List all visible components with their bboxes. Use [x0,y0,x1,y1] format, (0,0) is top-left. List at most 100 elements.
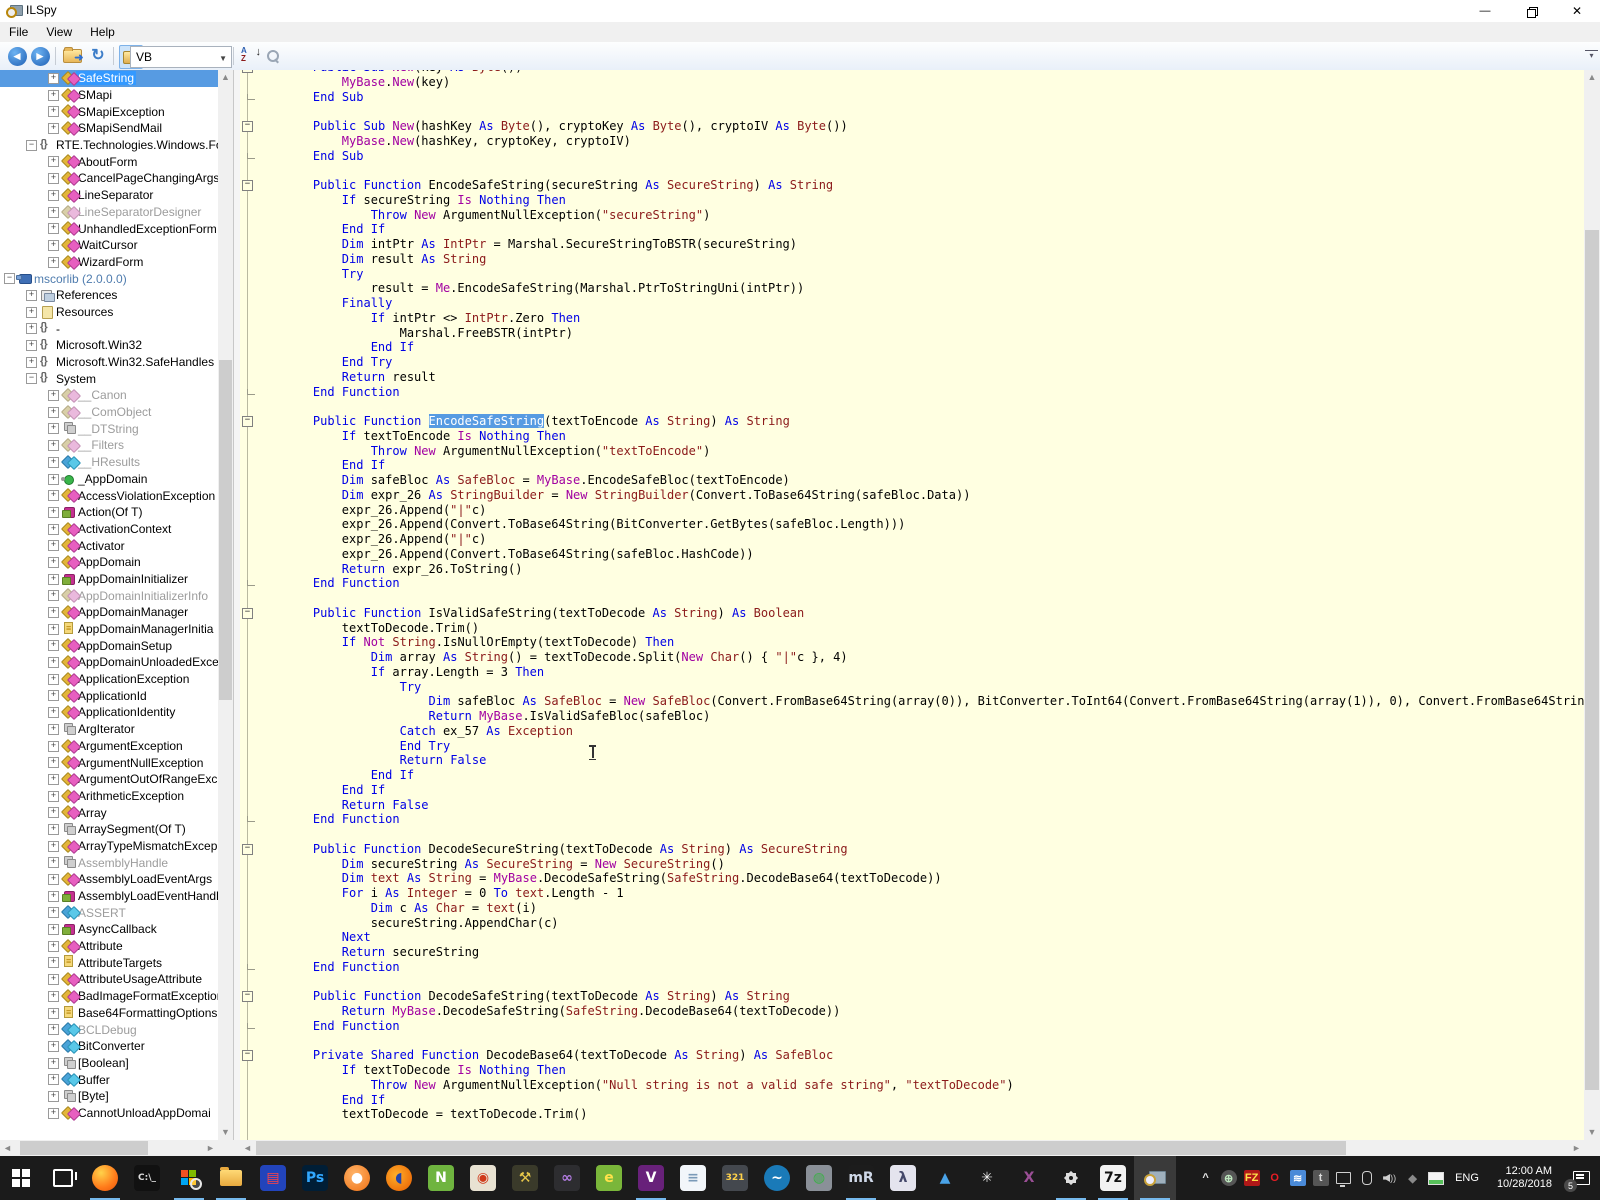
minimize-button[interactable]: — [1462,0,1508,22]
tree-expander[interactable]: + [48,473,59,485]
tree-expander[interactable]: + [48,707,59,719]
code-line[interactable]: End If [284,340,1584,355]
code-line[interactable] [284,975,1584,990]
scroll-right-arrow[interactable]: ► [203,1140,218,1156]
tray-coins-button[interactable]: ≋ [1286,1156,1309,1200]
code-line[interactable]: Finally [284,296,1584,311]
tree-item[interactable]: + AttributeUsageAttribute [0,971,218,988]
code-line[interactable]: Try [284,267,1584,282]
tree-item[interactable]: + CancelPageChangingArgs [0,170,218,187]
tree-item[interactable]: + ArraySegment(Of T) [0,821,218,838]
code-line[interactable]: Dim secureString As SecureString = New S… [284,857,1584,872]
code-line[interactable]: End If [284,1093,1584,1108]
scroll-left-arrow[interactable]: ◄ [0,1140,15,1156]
tree-expander[interactable]: + [48,123,59,135]
tree-item[interactable]: + ArgumentException [0,738,218,755]
tree-expander[interactable]: + [48,940,59,952]
code-scrollbar-thumb[interactable] [1585,230,1599,1090]
refresh-button[interactable]: ↻ [87,45,109,67]
taskbar-start-button[interactable] [0,1156,42,1200]
tree-expander[interactable]: + [48,573,59,585]
taskbar-media-player-classic-button[interactable]: 321 [714,1156,756,1200]
code-line[interactable]: Dim intPtr As IntPtr = Marshal.SecureStr… [284,237,1584,252]
language-indicator[interactable]: ENG [1447,1172,1487,1184]
scroll-down-arrow[interactable]: ▼ [1584,1125,1600,1140]
tray-volume-button[interactable]: )) [1378,1156,1401,1200]
taskbar-file-explorer-button[interactable] [210,1156,252,1200]
tree-item[interactable]: + AppDomainUnloadedExce [0,654,218,671]
tree-item[interactable]: − mscorlib (2.0.0.0) [0,270,218,287]
action-center-button[interactable]: 5 [1562,1156,1600,1200]
code-line[interactable] [284,1034,1584,1049]
tray-chevron-up-button[interactable]: ^ [1194,1156,1217,1200]
code-line[interactable]: Public Sub New(hashKey As Byte(), crypto… [242,119,1584,134]
tree-item[interactable]: + [Boolean] [0,1055,218,1072]
tree-expander[interactable]: + [48,506,59,518]
tree-expander[interactable]: + [48,106,59,118]
code-line[interactable]: End If [284,458,1584,473]
code-line[interactable]: Dim result As String [284,252,1584,267]
fold-collapse-marker[interactable]: − [242,180,253,191]
tree-item[interactable]: + __ComObject [0,404,218,421]
code-line[interactable]: Throw New ArgumentNullException("secureS… [284,208,1584,223]
taskbar-settings-gear-button[interactable] [1050,1156,1092,1200]
tree-expander[interactable]: + [48,823,59,835]
menu-file[interactable]: File [0,22,37,42]
tray-filezilla-button[interactable]: FZ [1240,1156,1263,1200]
tree-item[interactable]: + WizardForm [0,254,218,271]
tree-item[interactable]: + AppDomainManager [0,604,218,621]
tree-item[interactable]: + ArrayTypeMismatchExcep [0,838,218,855]
tree-expander[interactable]: − [26,373,37,385]
tree-hscrollbar-thumb[interactable] [20,1141,148,1155]
tree-expander[interactable]: + [48,990,59,1002]
taskbar-task-view-button[interactable] [42,1156,84,1200]
tree-item[interactable]: + AppDomainInitializerInfo [0,587,218,604]
taskbar-vs-code-purple-button[interactable]: X [1008,1156,1050,1200]
code-line[interactable]: Return expr_26.ToString() [284,562,1584,577]
tree-item[interactable]: + __HResults [0,454,218,471]
tree-item[interactable]: + _AppDomain [0,471,218,488]
tray-opera-button[interactable]: O [1263,1156,1286,1200]
code-line[interactable]: If textToEncode Is Nothing Then [284,429,1584,444]
code-hscrollbar-thumb[interactable] [256,1141,1346,1155]
tree-expander[interactable]: + [48,423,59,435]
code-line[interactable] [284,104,1584,119]
taskbar-search-flag-button[interactable] [168,1156,210,1200]
tree-item[interactable]: − RTE.Technologies.Windows.Fo [0,137,218,154]
code-line[interactable]: expr_26.Append(Convert.ToBase64String(sa… [284,547,1584,562]
code-line[interactable]: End Try [284,355,1584,370]
tree-item[interactable]: + Action(Of T) [0,504,218,521]
code-line[interactable]: If secureString Is Nothing Then [284,193,1584,208]
taskbar-visual-studio-button[interactable]: V [630,1156,672,1200]
code-line[interactable]: secureString.AppendChar(c) [284,916,1584,931]
tree-expander[interactable]: + [48,456,59,468]
tree-expander[interactable]: + [26,340,37,351]
taskbar-backup-tool-button[interactable]: ▤ [252,1156,294,1200]
tree-expander[interactable]: + [48,206,59,218]
tree-expander[interactable]: + [48,757,59,769]
code-line[interactable]: End Function [247,960,1584,975]
tree-item[interactable]: + ArithmeticException [0,788,218,805]
tree-expander[interactable]: + [48,723,59,735]
code-line[interactable]: End Sub [247,90,1584,105]
taskbar-vs-blend-button[interactable]: ∞ [546,1156,588,1200]
tree-item[interactable]: + LineSeparator [0,187,218,204]
code-line[interactable]: Dim text As String = MyBase.DecodeSafeSt… [284,871,1584,886]
code-line[interactable]: Return MyBase.DecodeSafeString(SafeStrin… [284,1004,1584,1019]
tree-expander[interactable]: + [48,640,59,652]
open-button[interactable]: ➜ [61,45,84,67]
code-line[interactable]: result = Me.EncodeSafeString(Marshal.Ptr… [284,281,1584,296]
tree-expander[interactable]: − [4,273,15,285]
code-line[interactable] [284,163,1584,178]
tree-item[interactable]: + ArgIterator [0,721,218,738]
tree-item[interactable]: + AssemblyLoadEventHandl [0,888,218,905]
code-line[interactable]: End Function [247,812,1584,827]
code-line[interactable] [284,399,1584,414]
code-line[interactable]: If textToDecode Is Nothing Then [284,1063,1584,1078]
code-line[interactable]: expr_26.Append(Convert.ToBase64String(Bi… [284,517,1584,532]
taskbar-ilspy-button[interactable] [1134,1156,1176,1200]
close-button[interactable]: ✕ [1554,0,1600,22]
scroll-left-arrow[interactable]: ◄ [240,1140,255,1156]
tree-expander[interactable]: + [26,356,37,368]
tree-expander[interactable]: + [48,957,59,969]
